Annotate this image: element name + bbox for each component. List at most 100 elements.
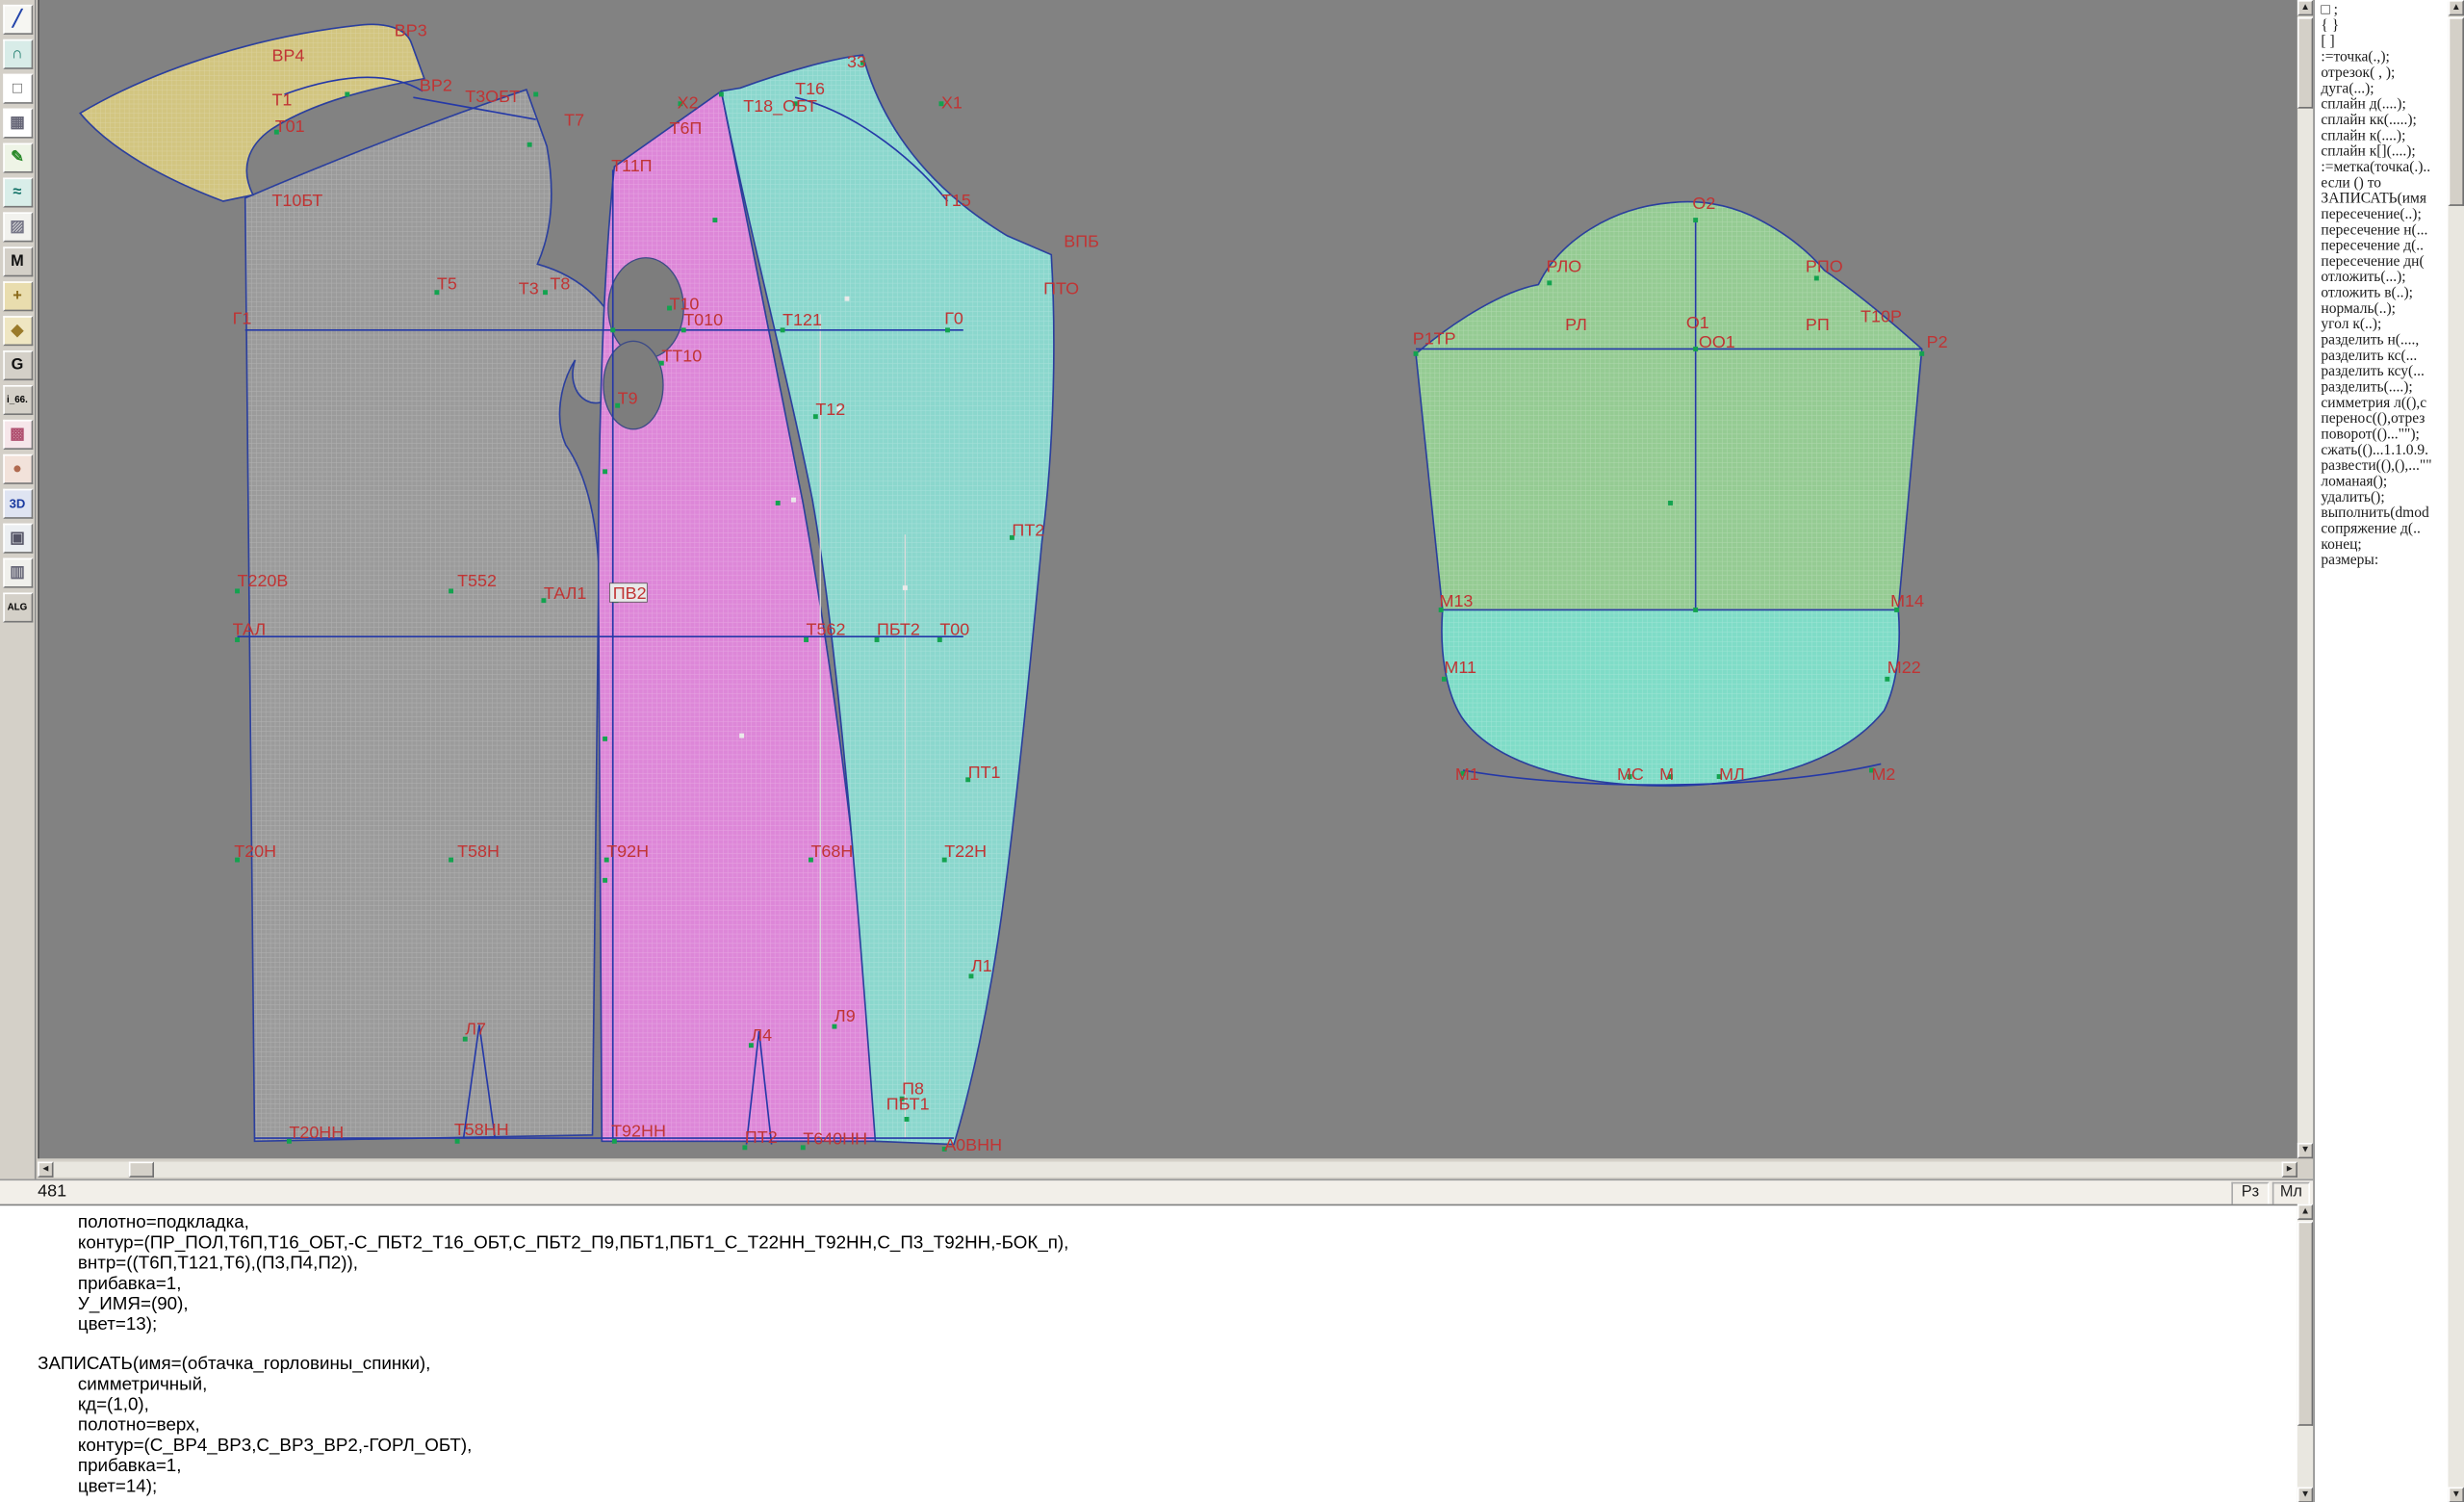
hand-tool-icon[interactable]: + [2,281,32,311]
function-list-item[interactable]: удалить(); [2321,490,2448,505]
point-label: РЛ [1565,315,1587,334]
canvas-hscroll-thumb[interactable] [129,1162,154,1178]
function-list-item[interactable]: пересечение(..); [2321,208,2448,223]
point-label: М2 [1871,764,1895,784]
code-editor[interactable]: полотно=подкладка, контур=(ПР_ПОЛ,Т6П,Т1… [0,1204,2297,1502]
function-list-item[interactable]: ЗАПИСАТЬ(имя [2321,192,2448,207]
function-list-item[interactable]: пересечение дн( [2321,254,2448,270]
m-tool-icon[interactable]: M [2,246,32,276]
point-label: Т10Р [1861,307,1902,326]
pattern-piece-sleeve-teal[interactable] [1442,609,1899,786]
code-vscroll-thumb[interactable] [2297,1222,2313,1426]
scroll-left-icon[interactable]: ◄ [38,1162,53,1178]
point-label: Т552 [457,571,497,590]
function-list-item[interactable]: развести((),(),..."" [2321,459,2448,475]
point-label: ПТО [1043,278,1079,298]
pencil-tool-icon[interactable]: ✎ [2,143,32,173]
3d-tool-icon[interactable]: 3D [2,489,32,519]
function-list-item[interactable]: разделить кс(... [2321,349,2448,364]
function-list-item[interactable]: симметрия л((),с [2321,396,2448,411]
rz-button[interactable]: Рз [2231,1182,2269,1205]
alg-tool-icon[interactable]: ALG [2,593,32,623]
point-marker [455,1139,460,1144]
point-label: Г1 [233,308,252,327]
scroll-down-icon[interactable]: ▼ [2449,1487,2464,1502]
function-list-item[interactable]: :=точка(.,); [2321,50,2448,65]
point-marker [1693,347,1698,351]
function-list-item[interactable]: сжать(()...1.1.0.9. [2321,443,2448,458]
scroll-right-icon[interactable]: ► [2282,1162,2297,1178]
panel-vscroll-thumb[interactable] [2449,17,2464,206]
function-list-item[interactable]: пересечение н(... [2321,223,2448,239]
function-list-item[interactable]: :=метка(точка(.).. [2321,161,2448,176]
function-list-item[interactable]: угол к(..); [2321,318,2448,333]
function-list-item[interactable]: разделить(....); [2321,380,2448,396]
function-list-item[interactable]: отложить в(..); [2321,286,2448,301]
arc-tool-icon[interactable]: ∩ [2,39,32,69]
move-tool-icon[interactable]: ◆ [2,316,32,346]
point-label: Т220В [238,571,289,590]
function-list-item[interactable]: сплайн к(....); [2321,129,2448,144]
spline-tool-icon[interactable]: ≈ [2,177,32,207]
function-list-item[interactable]: [ ] [2321,35,2448,50]
function-list-item[interactable]: дуга(...); [2321,82,2448,97]
point-label: МС [1617,764,1644,784]
function-list-item[interactable]: перенос((),отрез [2321,412,2448,427]
function-list-item[interactable]: сплайн д(....); [2321,97,2448,113]
function-list-item[interactable]: конец; [2321,537,2448,553]
function-list-item[interactable]: пересечение д(.. [2321,239,2448,254]
model-tool-icon[interactable]: ● [2,454,32,484]
function-list-item[interactable]: поворот(()...""); [2321,427,2448,443]
function-list-item[interactable]: размеры: [2321,554,2448,569]
grid-tool-icon[interactable]: ▦ [2,109,32,139]
point-marker [1668,501,1673,505]
drawing-canvas[interactable]: ВР4ВР3ВР2Т1Т01Т3ОБТТ7Т10БТХ2Т6ПТ18_ОБТТ1… [38,0,2297,1158]
scroll-up-icon[interactable]: ▲ [2449,0,2464,15]
canvas-horizontal-scrollbar[interactable]: ◄ ► [38,1162,2297,1178]
function-list-item[interactable]: разделить ксу(... [2321,365,2448,380]
function-list-item[interactable]: если () то [2321,176,2448,192]
ml-button[interactable]: Мл [2272,1182,2310,1205]
scroll-up-icon[interactable]: ▲ [2297,1204,2313,1220]
function-list-item[interactable]: нормаль(..); [2321,301,2448,317]
point-marker-white [739,734,744,738]
pattern-piece-sleeve-green[interactable] [1416,202,1922,610]
point-label: Л4 [751,1025,772,1045]
point-label: ВР3 [395,21,427,40]
scroll-down-icon[interactable]: ▼ [2297,1487,2313,1502]
g-tool-icon[interactable]: G [2,350,32,380]
hatch-tool-icon[interactable]: ▨ [2,212,32,242]
function-list-item[interactable]: сплайн кк(.....); [2321,114,2448,129]
canvas-vscroll-thumb[interactable] [2297,17,2313,109]
shape-tool-icon[interactable]: □ [2,74,32,104]
sheet-tool-icon[interactable]: ▣ [2,524,32,554]
code-vertical-scrollbar[interactable]: ▲ ▼ [2297,1204,2313,1502]
point-label: РП [1806,315,1830,334]
point-label: ТАЛ1 [544,583,586,603]
function-list-item[interactable]: □ ; [2321,3,2448,18]
panel-vertical-scrollbar[interactable]: ▲ ▼ [2449,0,2464,1502]
doc-tool-icon[interactable]: ▥ [2,558,32,588]
palette-tool-icon[interactable]: ▩ [2,420,32,450]
scroll-up-icon[interactable]: ▲ [2297,0,2313,15]
function-list-item[interactable]: разделить н(...., [2321,333,2448,349]
function-list-item[interactable]: { } [2321,19,2448,35]
canvas-svg[interactable]: ВР4ВР3ВР2Т1Т01Т3ОБТТ7Т10БТХ2Т6ПТ18_ОБТТ1… [39,0,2299,1158]
pattern-piece-bodice-gray[interactable] [245,90,624,1141]
function-list-item[interactable]: отрезок( , ); [2321,66,2448,82]
point-label: О2 [1692,194,1715,213]
canvas-vertical-scrollbar[interactable]: ▲ ▼ [2297,0,2313,1158]
layer-indicator-icon[interactable]: i_66. [2,385,32,415]
scroll-down-icon[interactable]: ▼ [2297,1143,2313,1158]
point-label: Т92Н [606,842,649,861]
curve-tool-icon[interactable]: ╱ [2,5,32,35]
point-marker [1693,608,1698,612]
point-marker [449,858,453,863]
function-list-item[interactable]: выполнить(dmod [2321,506,2448,522]
point-label: Т01 [275,117,305,136]
function-list-item[interactable]: отложить(...); [2321,271,2448,286]
function-list-item[interactable]: ломаная(); [2321,475,2448,490]
code-text[interactable]: полотно=подкладка, контур=(ПР_ПОЛ,Т6П,Т1… [0,1205,2297,1497]
function-list-item[interactable]: сплайн к[](....); [2321,144,2448,160]
function-list-item[interactable]: сопряжение д(.. [2321,522,2448,537]
